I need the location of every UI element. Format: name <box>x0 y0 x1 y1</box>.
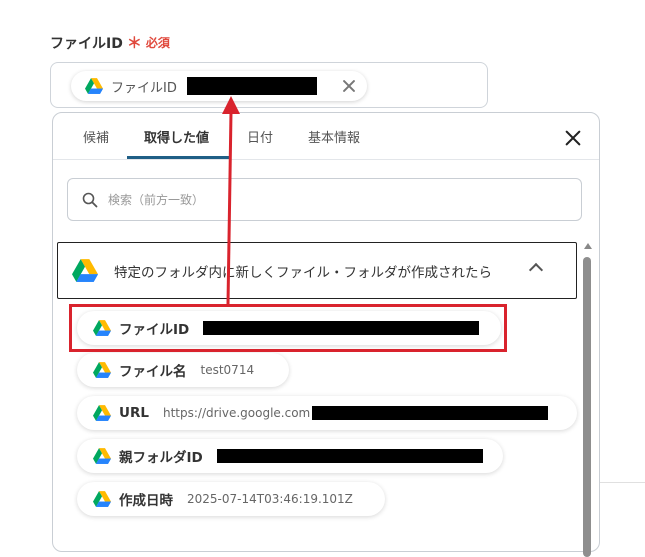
divider <box>600 482 645 483</box>
annotation-arrow <box>222 96 240 305</box>
